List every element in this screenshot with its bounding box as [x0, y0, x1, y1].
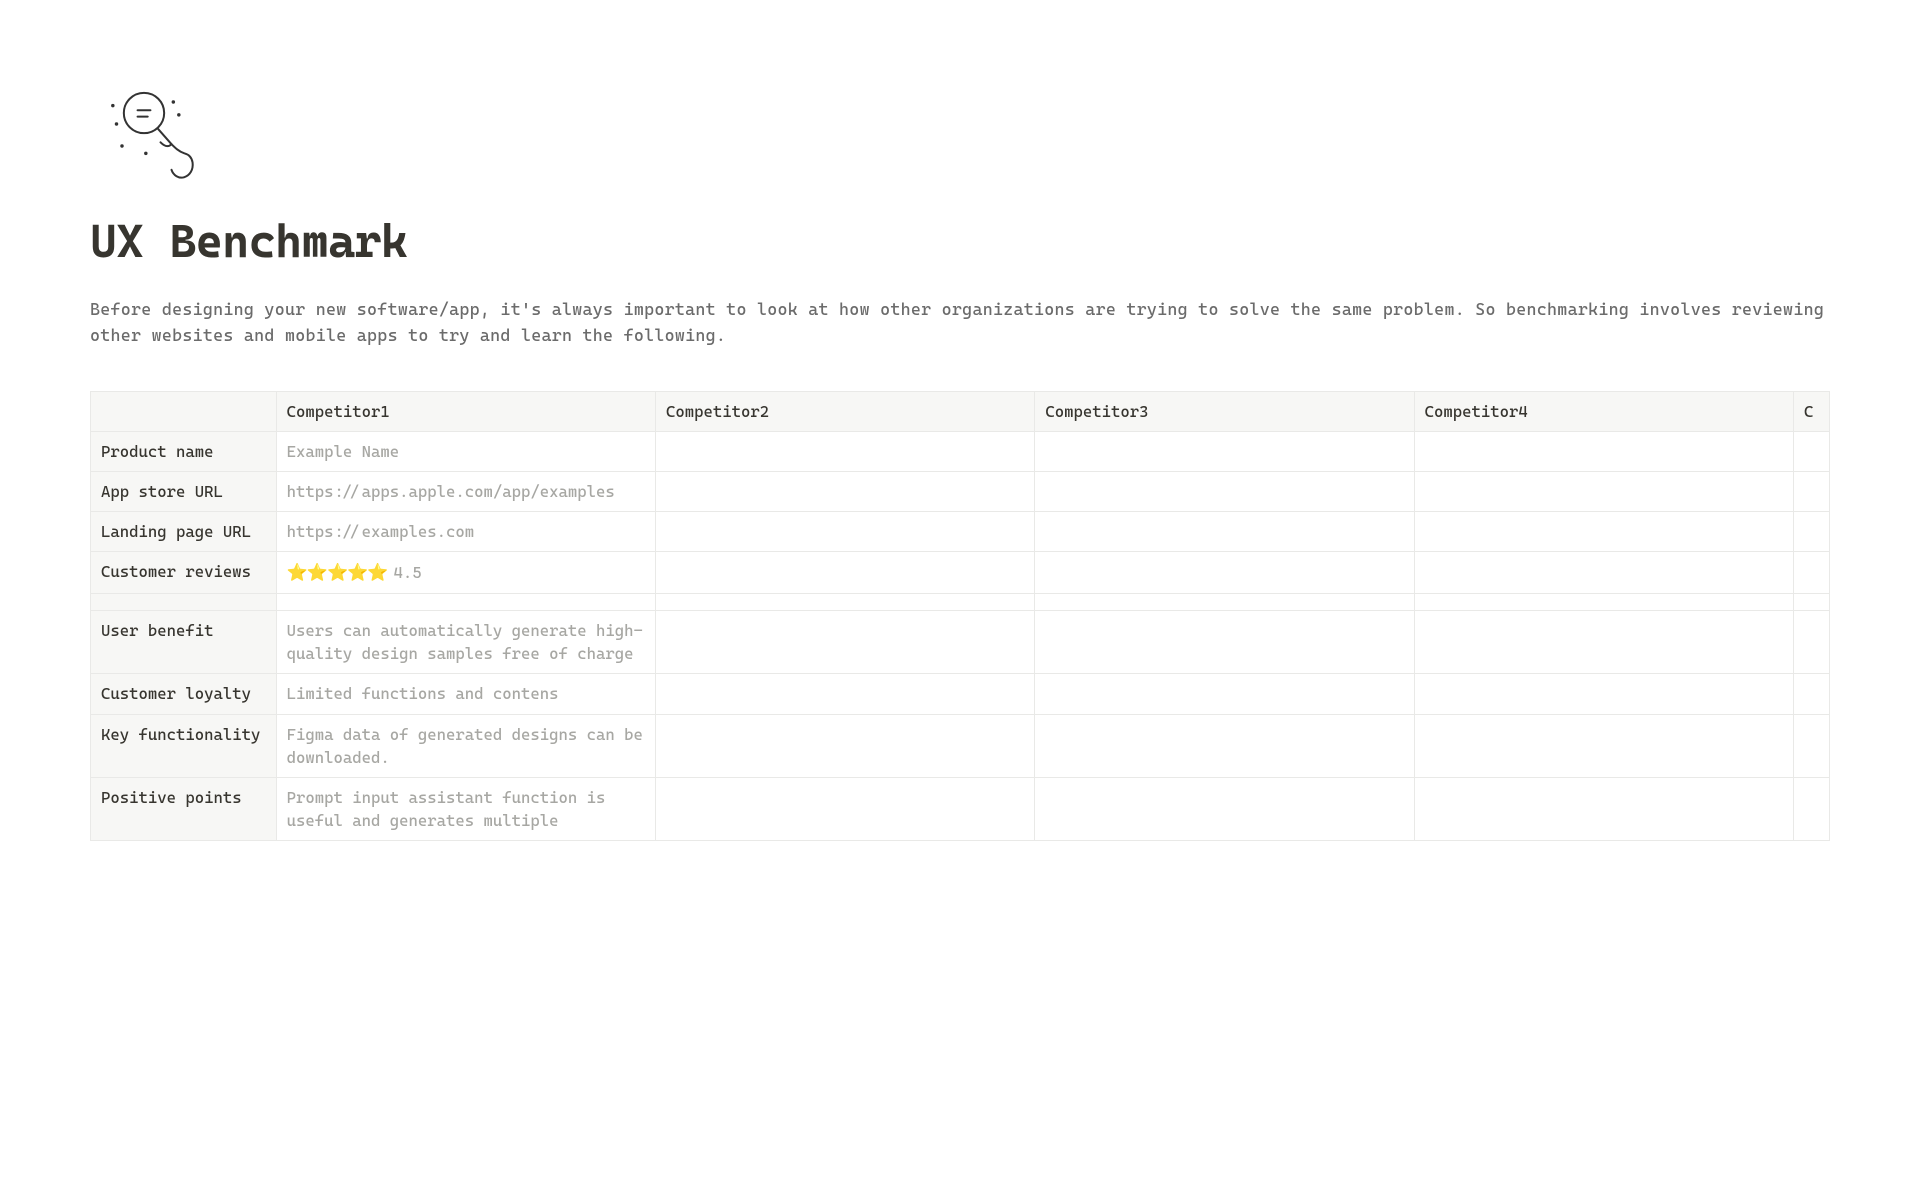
- table-cell[interactable]: [1414, 611, 1793, 674]
- table-cell[interactable]: [655, 778, 1034, 841]
- table-cell[interactable]: [276, 594, 655, 611]
- col-header[interactable]: Competitor2: [655, 392, 1034, 432]
- table-row: Landing page URLhttps://examples.com: [91, 512, 1830, 552]
- table-cell[interactable]: [1793, 512, 1829, 552]
- table-row: App store URLhttps://apps.apple.com/app/…: [91, 472, 1830, 512]
- rating-value: 4.5: [394, 563, 422, 582]
- table-cell[interactable]: [1793, 431, 1829, 471]
- table-cell[interactable]: [1414, 552, 1793, 594]
- table-row: User benefitUsers can automatically gene…: [91, 611, 1830, 674]
- table-cell[interactable]: [1035, 714, 1414, 777]
- rating-stars: ⭐⭐⭐⭐⭐: [287, 562, 388, 582]
- table-cell[interactable]: https://examples.com: [276, 512, 655, 552]
- table-row: Customer reviews ⭐⭐⭐⭐⭐ 4.5: [91, 552, 1830, 594]
- table-cell[interactable]: Prompt input assistant function is usefu…: [276, 778, 655, 841]
- table-cell[interactable]: [1035, 512, 1414, 552]
- col-header[interactable]: C: [1793, 392, 1829, 432]
- benchmark-table-wrap: Competitor1 Competitor2 Competitor3 Comp…: [90, 391, 1830, 842]
- benchmark-table: Competitor1 Competitor2 Competitor3 Comp…: [91, 392, 1830, 842]
- table-corner-cell[interactable]: [91, 392, 276, 432]
- table-cell[interactable]: [1793, 714, 1829, 777]
- table-cell[interactable]: Figma data of generated designs can be d…: [276, 714, 655, 777]
- table-cell[interactable]: [655, 552, 1034, 594]
- row-header[interactable]: Customer loyalty: [91, 674, 276, 714]
- row-header[interactable]: Customer reviews: [91, 552, 276, 594]
- table-cell[interactable]: https://apps.apple.com/app/examples: [276, 472, 655, 512]
- col-header[interactable]: Competitor3: [1035, 392, 1414, 432]
- table-cell[interactable]: Example Name: [276, 431, 655, 471]
- table-cell[interactable]: [1035, 552, 1414, 594]
- table-header-row: Competitor1 Competitor2 Competitor3 Comp…: [91, 392, 1830, 432]
- col-header[interactable]: Competitor4: [1414, 392, 1793, 432]
- row-header[interactable]: App store URL: [91, 472, 276, 512]
- table-row: Product nameExample Name: [91, 431, 1830, 471]
- table-cell[interactable]: [655, 594, 1034, 611]
- table-cell[interactable]: [655, 472, 1034, 512]
- table-cell[interactable]: [1035, 611, 1414, 674]
- table-cell[interactable]: [1793, 472, 1829, 512]
- table-row: Customer loyaltyLimited functions and co…: [91, 674, 1830, 714]
- table-row: Positive pointsPrompt input assistant fu…: [91, 778, 1830, 841]
- table-cell[interactable]: [655, 611, 1034, 674]
- table-cell[interactable]: Users can automatically generate high-qu…: [276, 611, 655, 674]
- row-header[interactable]: User benefit: [91, 611, 276, 674]
- row-header[interactable]: [91, 594, 276, 611]
- table-cell[interactable]: [1035, 674, 1414, 714]
- row-header[interactable]: Landing page URL: [91, 512, 276, 552]
- table-row: Key functionalityFigma data of generated…: [91, 714, 1830, 777]
- table-cell[interactable]: [1035, 472, 1414, 512]
- table-cell[interactable]: Limited functions and contens: [276, 674, 655, 714]
- table-row: [91, 594, 1830, 611]
- table-cell[interactable]: [1414, 512, 1793, 552]
- page-title: UX Benchmark: [90, 214, 1830, 268]
- table-cell[interactable]: [1414, 674, 1793, 714]
- table-cell[interactable]: [1793, 778, 1829, 841]
- table-cell[interactable]: [1793, 611, 1829, 674]
- table-cell[interactable]: [655, 714, 1034, 777]
- table-cell[interactable]: [1414, 472, 1793, 512]
- row-header[interactable]: Positive points: [91, 778, 276, 841]
- table-cell[interactable]: [655, 674, 1034, 714]
- table-cell[interactable]: [655, 512, 1034, 552]
- table-cell[interactable]: [1035, 431, 1414, 471]
- table-cell[interactable]: [1035, 778, 1414, 841]
- page-icon: [90, 80, 1830, 194]
- col-header[interactable]: Competitor1: [276, 392, 655, 432]
- table-cell[interactable]: [1414, 431, 1793, 471]
- table-cell[interactable]: [1035, 594, 1414, 611]
- row-header[interactable]: Key functionality: [91, 714, 276, 777]
- table-cell[interactable]: [1793, 552, 1829, 594]
- table-cell[interactable]: [1414, 778, 1793, 841]
- page-intro: Before designing your new software/app, …: [90, 296, 1830, 349]
- table-cell[interactable]: ⭐⭐⭐⭐⭐ 4.5: [276, 552, 655, 594]
- row-header[interactable]: Product name: [91, 431, 276, 471]
- table-cell[interactable]: [1793, 674, 1829, 714]
- table-cell[interactable]: [1414, 714, 1793, 777]
- table-cell[interactable]: [1793, 594, 1829, 611]
- table-cell[interactable]: [1414, 594, 1793, 611]
- table-cell[interactable]: [655, 431, 1034, 471]
